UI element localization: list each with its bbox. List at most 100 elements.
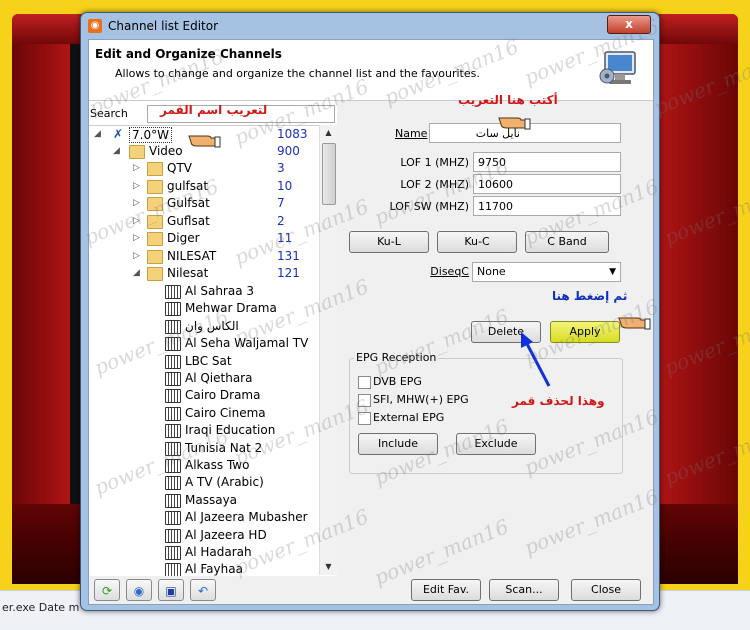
lof1-label: LOF 1 (MHZ): [400, 156, 469, 169]
tree-scrollbar[interactable]: ▲ ▼: [319, 125, 337, 575]
save-icon[interactable]: ▣: [158, 579, 184, 601]
refresh-icon[interactable]: ⟳: [94, 579, 120, 601]
satellite-icon: ✗: [112, 127, 124, 141]
search-label: Search: [90, 107, 128, 120]
monitor-icon: [599, 51, 636, 84]
lofsw-input[interactable]: 11700: [473, 196, 621, 216]
tree-node-folder[interactable]: ▷ QTV 3: [89, 160, 319, 177]
tree-node-folder[interactable]: ▷ NILESAT 131: [89, 248, 319, 265]
tree-node-label: 7.0°W: [129, 127, 172, 143]
scan-button[interactable]: Scan...: [489, 579, 559, 601]
checkbox-box[interactable]: [358, 394, 371, 407]
name-hint-annotation: أكتب هنا التعريب: [458, 93, 558, 107]
tree-node-label: NILESAT: [167, 248, 217, 263]
tree-node-label: Video: [149, 144, 183, 158]
tv-channel-icon: [165, 354, 181, 369]
header: Edit and Organize Channels Allows to cha…: [89, 40, 653, 101]
channel-row[interactable]: Al Seha Waljamal TV: [89, 335, 319, 352]
channel-row[interactable]: Al Jazeera Mubasher: [89, 509, 319, 526]
external-epg-checkbox[interactable]: External EPG: [358, 411, 558, 425]
checkbox-box[interactable]: [358, 376, 371, 389]
scroll-down-icon[interactable]: ▼: [320, 559, 337, 575]
close-button[interactable]: Close: [571, 579, 641, 601]
scroll-up-icon[interactable]: ▲: [320, 125, 337, 141]
expand-arrow-icon[interactable]: ▷: [133, 178, 140, 195]
tree-node-count: 1083: [277, 127, 308, 141]
channel-row[interactable]: Cairo Drama: [89, 387, 319, 404]
explorer-text: er.exe Date m: [2, 601, 80, 614]
channel-row[interactable]: Mehwar Drama: [89, 300, 319, 317]
diseqc-label: DiseqC: [430, 265, 469, 278]
undo-icon[interactable]: ↶: [190, 579, 216, 601]
diseqc-select[interactable]: None ▼: [472, 262, 621, 282]
tv-channel-icon: [165, 546, 181, 560]
client-area: Edit and Organize Channels Allows to cha…: [88, 39, 654, 605]
channel-row[interactable]: A TV (Arabic): [89, 474, 319, 491]
channel-name: A TV (Arabic): [185, 475, 264, 490]
tree-node-count: 7: [277, 196, 285, 210]
ku-l-button[interactable]: Ku-L: [349, 231, 429, 253]
titlebar: ◉ Channel list Editor x: [81, 13, 659, 39]
channel-name: Cairo Cinema: [185, 405, 266, 420]
tree-node-folder[interactable]: ▷ Guflsat 2: [89, 213, 319, 230]
channel-row[interactable]: Al Fayhaa: [89, 561, 319, 576]
channel-row[interactable]: Cairo Cinema: [89, 405, 319, 422]
folder-icon: [147, 267, 163, 281]
channel-row[interactable]: Al Hadarah: [89, 544, 319, 561]
channel-tree-pane: Search ◢ ✗ 7.0°W 1083 ◢ Video 900 ▷ QTV 3 ▷…: [89, 101, 337, 576]
edit-fav-button[interactable]: Edit Fav.: [411, 579, 481, 601]
channel-row[interactable]: Massaya: [89, 492, 319, 509]
expand-arrow-icon[interactable]: ▷: [133, 160, 140, 177]
tree-node-label: Nilesat: [167, 266, 209, 280]
channel-name: الكاس وان: [185, 318, 239, 333]
channel-tree[interactable]: ◢ ✗ 7.0°W 1083 ◢ Video 900 ▷ QTV 3 ▷ gulfsat…: [89, 125, 319, 576]
expand-arrow-icon[interactable]: ▷: [133, 230, 140, 247]
folder-icon: [147, 249, 163, 264]
globe-icon[interactable]: ◉: [126, 579, 152, 601]
scroll-thumb[interactable]: [322, 143, 336, 205]
expand-arrow-icon[interactable]: ▷: [133, 195, 140, 212]
tree-node-count: 11: [277, 231, 293, 245]
pointing-hand-icon: [498, 117, 531, 130]
channel-name: Massaya: [185, 492, 238, 507]
channel-row[interactable]: Alkass Two: [89, 457, 319, 474]
channel-row[interactable]: Tunisia Nat 2: [89, 440, 319, 457]
channel-row[interactable]: Al Jazeera HD: [89, 527, 319, 544]
lof2-input[interactable]: 10600: [473, 174, 621, 194]
tv-channel-icon: [165, 563, 181, 576]
tv-channel-icon: [165, 459, 181, 473]
channel-row[interactable]: الكاس وان: [89, 318, 319, 335]
include-button[interactable]: Include: [358, 433, 438, 455]
expand-arrow-icon[interactable]: ▷: [133, 213, 140, 230]
checkbox-box[interactable]: [358, 412, 371, 425]
expand-arrow-icon[interactable]: ▷: [133, 248, 140, 265]
window-close-button[interactable]: x: [607, 15, 651, 34]
collapse-arrow-icon[interactable]: ◢: [133, 265, 140, 282]
c-band-button[interactable]: C Band: [525, 231, 609, 253]
channel-row[interactable]: Al Sahraa 3: [89, 283, 319, 300]
channel-name: Iraqi Education: [185, 423, 276, 438]
channel-name: Al Jazeera HD: [185, 527, 267, 542]
tree-node-folder[interactable]: ◢ Nilesat 121: [89, 265, 319, 282]
folder-icon: [147, 197, 163, 211]
channel-name: Al Sahraa 3: [185, 284, 255, 298]
channel-list-editor-window: ◉ Channel list Editor x Edit and Organiz…: [80, 12, 660, 611]
tree-node-label: gulfsat: [167, 178, 209, 193]
exclude-button[interactable]: Exclude: [456, 433, 536, 455]
channel-row[interactable]: LBC Sat: [89, 353, 319, 370]
tree-node-count: 2: [277, 213, 285, 228]
apply-button[interactable]: Apply: [550, 321, 620, 343]
collapse-arrow-icon[interactable]: ◢: [113, 143, 120, 160]
channel-row[interactable]: Iraqi Education: [89, 422, 319, 439]
tv-channel-icon: [165, 319, 181, 334]
channel-name: Mehwar Drama: [185, 301, 277, 316]
tree-node-folder[interactable]: ▷ Diger 11: [89, 230, 319, 247]
tree-node-folder[interactable]: ▷ Gulfsat 7: [89, 195, 319, 212]
tree-node-label: QTV: [167, 161, 192, 175]
ku-c-button[interactable]: Ku-C: [437, 231, 517, 253]
checkbox-label: DVB EPG: [373, 375, 422, 388]
collapse-arrow-icon[interactable]: ◢: [94, 126, 101, 143]
channel-row[interactable]: Al Qiethara: [89, 370, 319, 387]
lof1-input[interactable]: 9750: [473, 152, 621, 172]
tree-node-folder[interactable]: ▷ gulfsat 10: [89, 178, 319, 195]
